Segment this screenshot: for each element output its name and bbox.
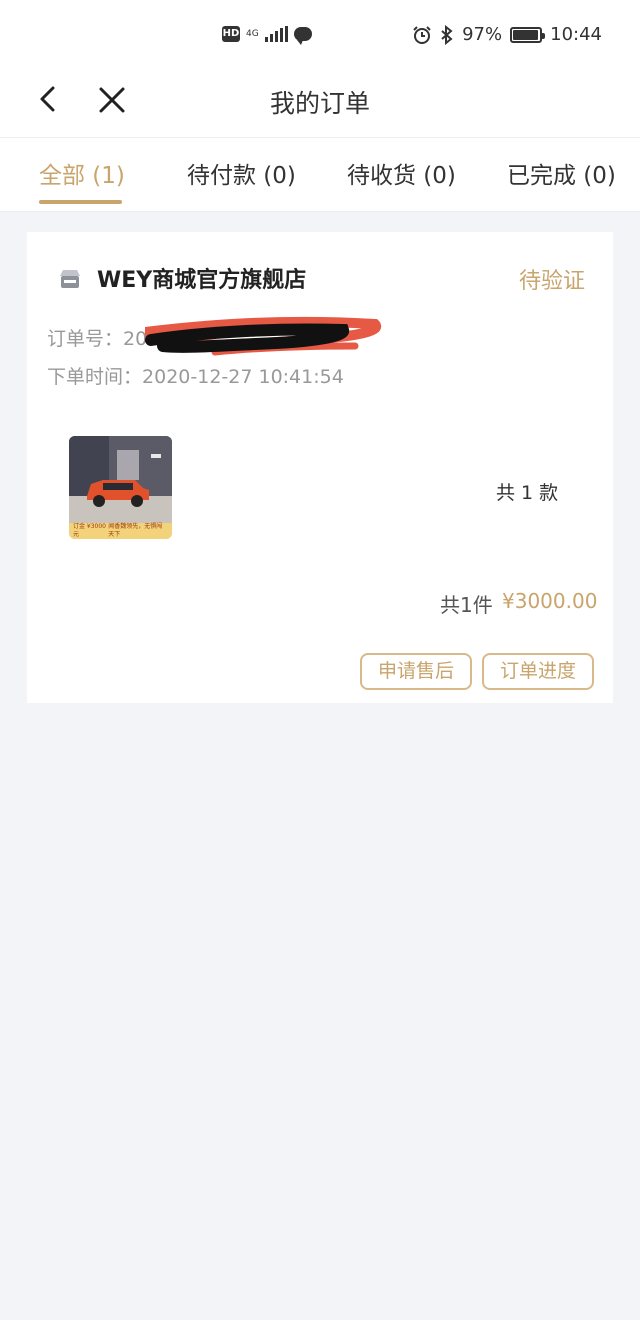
redaction-scribble — [145, 316, 382, 356]
page-title: 我的订单 — [269, 89, 370, 118]
total-quantity: 共1件 — [440, 593, 493, 617]
order-number: 订单号：20 — [47, 324, 147, 351]
product-badge-left: 订金 ¥3000元 — [73, 523, 106, 538]
status-left-icons: HD 4G — [222, 26, 312, 45]
product-image[interactable]: 订金 ¥3000元 闻香魏领先，无惧闯天下 — [69, 436, 172, 539]
order-time-value: 2020-12-27 10:41:54 — [142, 366, 344, 388]
order-status: 待验证 — [518, 269, 585, 294]
order-card[interactable]: WEY商城官方旗舰店 待验证 订单号：20 下单时间：2020-12-27 10… — [27, 232, 613, 703]
order-time: 下单时间：2020-12-27 10:41:54 — [47, 362, 344, 389]
store-icon — [60, 270, 80, 288]
tab-pending-payment[interactable]: 待付款 (0) — [187, 156, 296, 190]
total-price: ¥3000.00 — [502, 589, 598, 613]
battery-percent: 97% — [462, 24, 503, 45]
active-tab-indicator — [39, 200, 122, 204]
hd-badge: HD — [222, 26, 240, 42]
chat-notification-icon — [293, 27, 312, 45]
after-sales-button[interactable]: 申请售后 — [360, 653, 472, 690]
product-badge: 订金 ¥3000元 闻香魏领先，无惧闯天下 — [69, 523, 172, 539]
order-time-label: 下单时间： — [47, 366, 143, 388]
product-badge-right: 闻香魏领先，无惧闯天下 — [108, 523, 163, 538]
tab-all[interactable]: 全部 (1) — [39, 156, 125, 190]
status-time: 10:44 — [550, 24, 602, 45]
bluetooth-icon — [441, 24, 453, 45]
shop-name[interactable]: WEY商城官方旗舰店 — [97, 262, 306, 294]
tab-pending-receipt[interactable]: 待收货 (0) — [347, 156, 456, 190]
item-count: 共 1 款 — [496, 482, 559, 504]
status-bar: HD 4G 97% 10:44 — [0, 0, 640, 72]
order-number-value: 20 — [123, 328, 148, 350]
battery-fill — [513, 29, 539, 40]
car-graphic — [87, 480, 149, 507]
network-4g-icon: 4G — [246, 29, 259, 39]
status-right-icons: 97% 10:44 — [412, 24, 602, 45]
alarm-icon — [413, 25, 431, 44]
order-tabs: 全部 (1) 待付款 (0) 待收货 (0) 已完成 (0) — [0, 138, 640, 212]
nav-bar: 我的订单 — [0, 72, 640, 138]
order-number-label: 订单号： — [47, 328, 124, 350]
tab-completed[interactable]: 已完成 (0) — [507, 156, 616, 190]
battery-icon — [510, 26, 546, 43]
signal-icon — [264, 26, 288, 42]
order-progress-button[interactable]: 订单进度 — [482, 653, 594, 690]
